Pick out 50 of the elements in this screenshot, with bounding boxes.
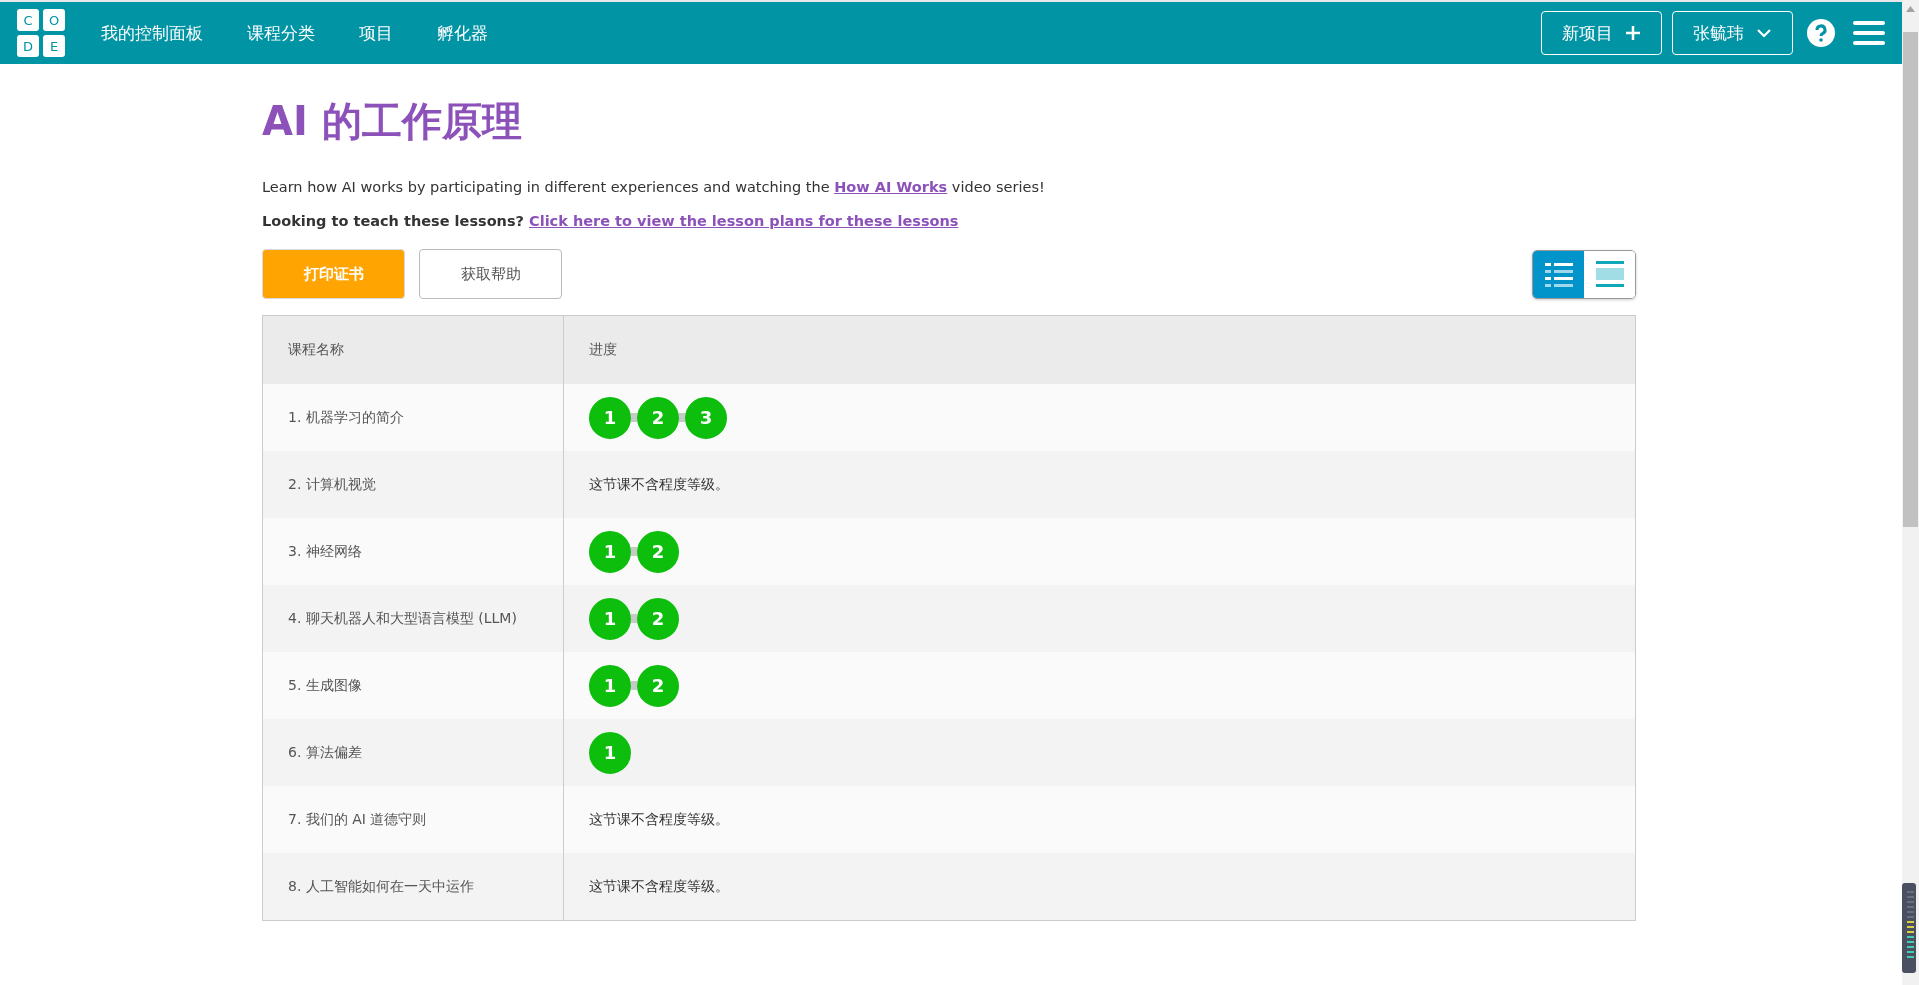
view-toggle-button[interactable] <box>1584 250 1635 298</box>
level-bubble[interactable]: 1 <box>589 597 631 640</box>
no-levels-note: 这节课不含程度等级。 <box>589 475 729 492</box>
help-icon[interactable] <box>1807 19 1835 47</box>
print-certificate-button[interactable]: 打印证书 <box>262 249 405 299</box>
summary-view-icon <box>1593 260 1626 288</box>
nav-link[interactable]: 课程分类 <box>247 21 315 45</box>
teach-text: Looking to teach these lessons? Click here to view the lesson plans for these lessons <box>262 213 960 229</box>
get-help-button[interactable]: 获取帮助 <box>419 249 562 299</box>
level-bubble[interactable]: 1 <box>589 396 631 439</box>
level-bubble[interactable]: 2 <box>637 396 679 439</box>
logo-letter: O <box>43 9 65 31</box>
column-header: 进度 <box>563 315 1636 384</box>
video-series-link[interactable]: How AI Works <box>834 179 948 195</box>
column-header: 课程名称 <box>262 315 564 384</box>
nav-link[interactable]: 孵化器 <box>437 21 488 45</box>
lesson-name[interactable]: 6. 算法偏差 <box>262 719 564 786</box>
scrollbar-thumb[interactable] <box>1903 32 1918 527</box>
intro-text: Learn how AI works by participating in different experiences and watching the How AI Works video series! <box>262 179 1046 195</box>
plus-icon <box>1625 25 1641 41</box>
lesson-name[interactable]: 7. 我们的 AI 道德守则 <box>262 786 564 853</box>
level-bubble[interactable]: 1 <box>589 731 631 774</box>
level-bubble[interactable]: 2 <box>637 530 679 573</box>
lesson-name[interactable]: 2. 计算机视觉 <box>262 451 564 518</box>
nav-link[interactable]: 项目 <box>359 21 393 45</box>
level-bubble[interactable]: 1 <box>589 530 631 573</box>
lesson-plans-link[interactable]: Click here to view the lesson plans for these lessons <box>529 213 959 229</box>
lesson-name[interactable]: 8. 人工智能如何在一天中运作 <box>262 853 564 921</box>
detailed-list-icon <box>1542 260 1575 288</box>
new-project-button[interactable]: 新项目 <box>1541 11 1662 55</box>
code-logo[interactable]: C O D E <box>17 9 65 57</box>
level-bubble[interactable]: 3 <box>685 396 727 439</box>
level-bubble[interactable]: 1 <box>589 664 631 707</box>
view-toggle-button[interactable] <box>1533 250 1584 298</box>
lesson-name[interactable]: 5. 生成图像 <box>262 652 564 719</box>
logo-letter: C <box>17 9 39 31</box>
no-levels-note: 这节课不含程度等级。 <box>589 877 729 894</box>
user-menu-button[interactable]: 张毓玮 <box>1672 11 1793 55</box>
menu-icon[interactable] <box>1853 20 1885 46</box>
lesson-name[interactable]: 4. 聊天机器人和大型语言模型 (LLM) <box>262 585 564 652</box>
page-title: AI 的工作原理 <box>262 97 523 146</box>
scroll-up-icon[interactable] <box>1906 6 1915 12</box>
lesson-name[interactable]: 3. 神经网络 <box>262 518 564 585</box>
logo-letter: E <box>43 35 65 57</box>
nav-link[interactable]: 我的控制面板 <box>101 21 203 45</box>
level-bubble[interactable]: 2 <box>637 664 679 707</box>
lesson-name[interactable]: 1. 机器学习的简介 <box>262 384 564 451</box>
no-levels-note: 这节课不含程度等级。 <box>589 810 729 827</box>
logo-letter: D <box>17 35 39 57</box>
level-bubble[interactable]: 2 <box>637 597 679 640</box>
